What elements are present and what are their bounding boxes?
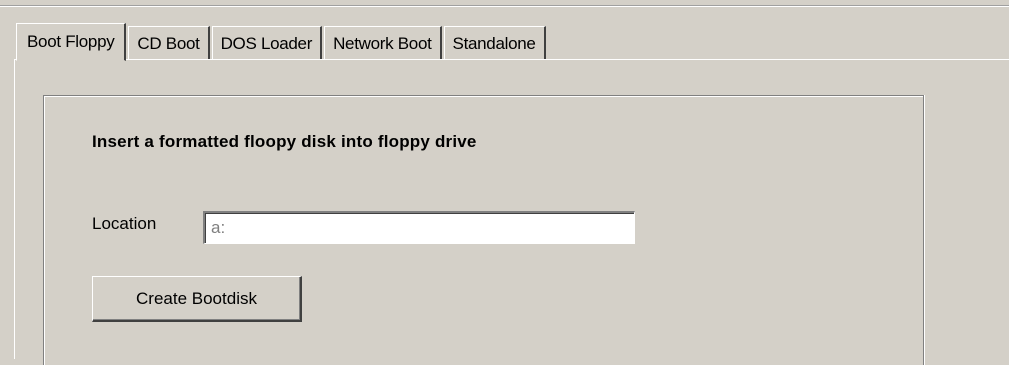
- instruction-text: Insert a formatted floopy disk into flop…: [92, 132, 477, 151]
- window-top-edge-highlight: [0, 6, 1009, 7]
- tab-strip: Boot Floppy CD Boot DOS Loader Network B…: [16, 22, 546, 61]
- tab-cd-boot[interactable]: CD Boot: [128, 26, 210, 60]
- create-bootdisk-button[interactable]: Create Bootdisk: [92, 276, 302, 322]
- tab-standalone[interactable]: Standalone: [443, 26, 546, 60]
- location-input[interactable]: [203, 211, 635, 244]
- tab-boot-floppy[interactable]: Boot Floppy: [16, 23, 127, 61]
- tab-network-boot[interactable]: Network Boot: [324, 26, 442, 60]
- location-label: Location: [92, 214, 157, 233]
- tab-dos-loader[interactable]: DOS Loader: [211, 26, 323, 60]
